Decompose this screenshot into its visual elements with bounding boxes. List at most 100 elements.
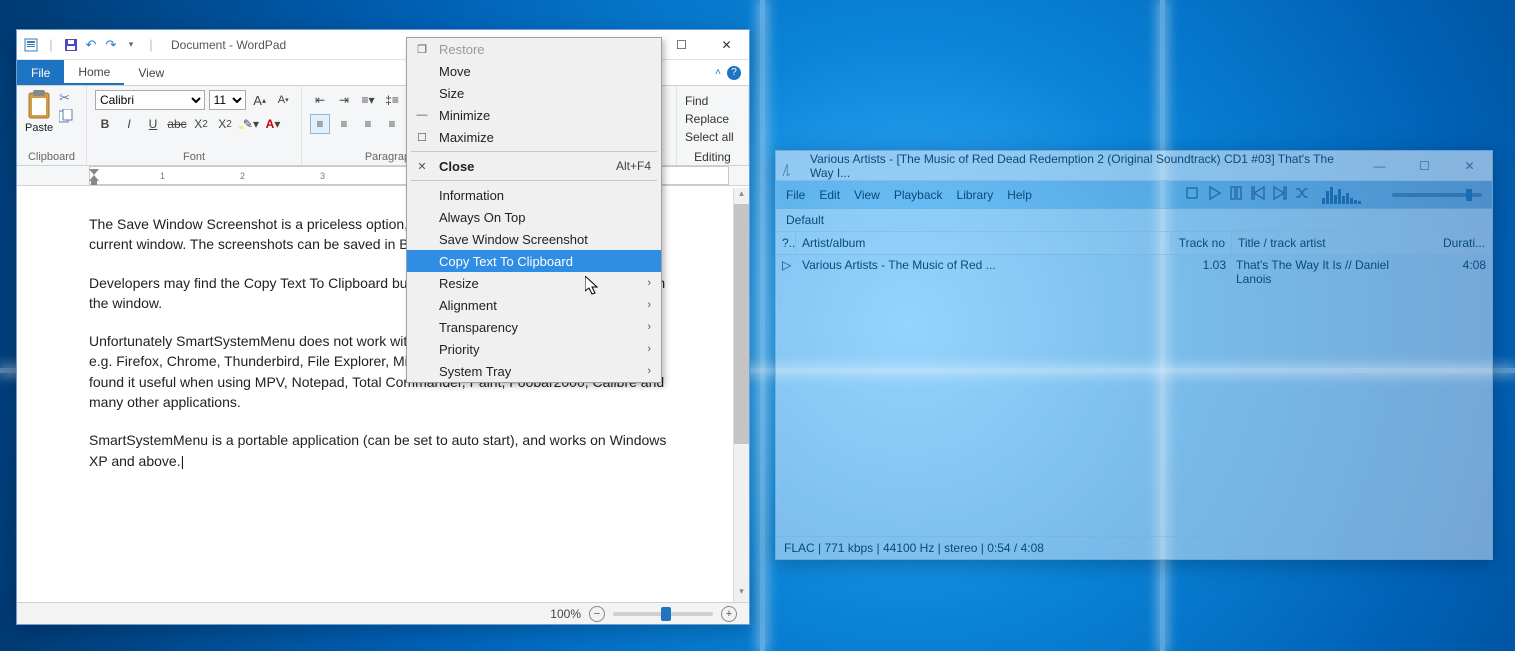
col-trackno[interactable]: Track no (1172, 232, 1232, 254)
strikethrough-button[interactable]: abc (167, 114, 187, 134)
align-right-icon[interactable]: ≡ (358, 114, 378, 134)
play-icon[interactable] (1206, 185, 1222, 204)
decrease-indent-icon[interactable]: ⇤ (310, 90, 330, 110)
pause-icon[interactable] (1228, 185, 1244, 204)
menu-save-screenshot[interactable]: Save Window Screenshot (407, 228, 661, 250)
tab-home[interactable]: Home (64, 60, 124, 85)
playlist-row[interactable]: ▷ Various Artists - The Music of Red ...… (776, 255, 1492, 289)
menu-copy-text[interactable]: Copy Text To Clipboard (407, 250, 661, 272)
grow-font-icon[interactable]: A▴ (250, 90, 270, 110)
now-playing-icon: ▷ (782, 258, 802, 286)
align-center-icon[interactable]: ≡ (334, 114, 354, 134)
foobar-menubar: File Edit View Playback Library Help (776, 181, 1492, 209)
menu-close[interactable]: ✕CloseAlt+F4 (407, 155, 661, 177)
random-icon[interactable] (1294, 185, 1310, 204)
menu-transparency[interactable]: Transparency› (407, 316, 661, 338)
menu-move[interactable]: Move (407, 60, 661, 82)
highlight-icon[interactable]: ✎▾ (239, 114, 259, 134)
align-justify-icon[interactable]: ≡ (382, 114, 402, 134)
paste-button[interactable]: Paste (25, 90, 53, 134)
foobar-window: ႔ Various Artists - [The Music of Red De… (775, 150, 1493, 560)
col-artist[interactable]: Artist/album (796, 232, 1172, 254)
copy-icon[interactable] (59, 109, 77, 125)
clipboard-group-label: Clipboard (25, 149, 78, 163)
menu-view[interactable]: View (854, 188, 880, 202)
menu-priority[interactable]: Priority› (407, 338, 661, 360)
close-button[interactable]: ✕ (704, 30, 749, 59)
volume-slider[interactable] (1392, 193, 1482, 197)
menu-system-tray[interactable]: System Tray› (407, 360, 661, 382)
close-icon: ✕ (413, 160, 431, 173)
playlist-body[interactable]: ▷ Various Artists - The Music of Red ...… (776, 255, 1492, 536)
menu-file[interactable]: File (786, 188, 805, 202)
menu-resize[interactable]: Resize› (407, 272, 661, 294)
chevron-right-icon: › (647, 365, 651, 377)
prev-icon[interactable] (1250, 185, 1266, 204)
stop-icon[interactable] (1184, 185, 1200, 204)
qat-dropdown-icon[interactable]: ▾ (123, 37, 139, 53)
font-group-label: Font (95, 149, 293, 163)
align-left-icon[interactable]: ≡ (310, 114, 330, 134)
italic-button[interactable]: I (119, 114, 139, 134)
foobar-statusbar: FLAC | 771 kbps | 44100 Hz | stereo | 0:… (776, 536, 1492, 559)
next-icon[interactable] (1272, 185, 1288, 204)
menu-alignment[interactable]: Alignment› (407, 294, 661, 316)
increase-indent-icon[interactable]: ⇥ (334, 90, 354, 110)
playlist-header[interactable]: ?.. Artist/album Track no Title / track … (776, 232, 1492, 255)
undo-icon[interactable]: ↶ (83, 37, 99, 53)
vertical-scrollbar[interactable]: ▴ ▾ (733, 188, 749, 602)
playlist-tab[interactable]: Default (776, 209, 1492, 232)
find-button[interactable]: Find (685, 92, 740, 110)
select-all-button[interactable]: Select all (685, 128, 740, 146)
tab-view[interactable]: View (124, 60, 178, 85)
ribbon-collapse-icon[interactable]: ˄ (715, 67, 721, 78)
maximize-button[interactable]: ☐ (1402, 151, 1447, 180)
zoom-in-button[interactable]: + (721, 606, 737, 622)
underline-button[interactable]: U (143, 114, 163, 134)
zoom-slider[interactable] (613, 612, 713, 616)
cell-title: That's The Way It Is // Daniel Lanois (1226, 258, 1426, 286)
bold-button[interactable]: B (95, 114, 115, 134)
save-icon[interactable] (63, 37, 79, 53)
close-button[interactable]: ✕ (1447, 151, 1492, 180)
minimize-button[interactable]: — (1357, 151, 1402, 180)
line-spacing-icon[interactable]: ‡≡ (382, 90, 402, 110)
maximize-button[interactable]: ☐ (659, 30, 704, 59)
cell-duration: 4:08 (1426, 258, 1486, 286)
menu-library[interactable]: Library (957, 188, 994, 202)
font-size-select[interactable]: 11 (209, 90, 246, 110)
superscript-button[interactable]: X2 (215, 114, 235, 134)
subscript-button[interactable]: X2 (191, 114, 211, 134)
scrollbar-thumb[interactable] (734, 204, 749, 444)
chevron-right-icon: › (647, 277, 651, 289)
menu-information[interactable]: Information (407, 184, 661, 206)
menu-restore[interactable]: ❐Restore (407, 38, 661, 60)
col-duration[interactable]: Durati... (1432, 232, 1492, 254)
clipboard-icon (26, 90, 52, 120)
menu-playback[interactable]: Playback (894, 188, 943, 202)
wordpad-app-icon[interactable] (23, 37, 39, 53)
replace-button[interactable]: Replace (685, 110, 740, 128)
tab-file[interactable]: File (17, 60, 64, 85)
redo-icon[interactable]: ↷ (103, 37, 119, 53)
menu-edit[interactable]: Edit (819, 188, 840, 202)
col-title[interactable]: Title / track artist (1232, 232, 1432, 254)
bullets-icon[interactable]: ≡▾ (358, 90, 378, 110)
cut-icon[interactable]: ✂ (59, 90, 77, 106)
svg-text:3: 3 (320, 171, 325, 181)
shrink-font-icon[interactable]: A▾ (273, 90, 293, 110)
menu-size[interactable]: Size (407, 82, 661, 104)
chevron-right-icon: › (647, 299, 651, 311)
help-icon[interactable]: ? (727, 66, 741, 80)
mouse-cursor-icon (585, 276, 601, 301)
font-name-select[interactable]: Calibri (95, 90, 205, 110)
zoom-out-button[interactable]: − (589, 606, 605, 622)
menu-maximize[interactable]: ☐Maximize (407, 126, 661, 148)
foobar-titlebar[interactable]: ႔ Various Artists - [The Music of Red De… (776, 151, 1492, 181)
col-playing[interactable]: ?.. (776, 232, 796, 254)
font-color-icon[interactable]: A▾ (263, 114, 283, 134)
indent-marker-icon[interactable] (89, 165, 101, 189)
menu-help[interactable]: Help (1007, 188, 1032, 202)
menu-always-on-top[interactable]: Always On Top (407, 206, 661, 228)
menu-minimize[interactable]: —Minimize (407, 104, 661, 126)
